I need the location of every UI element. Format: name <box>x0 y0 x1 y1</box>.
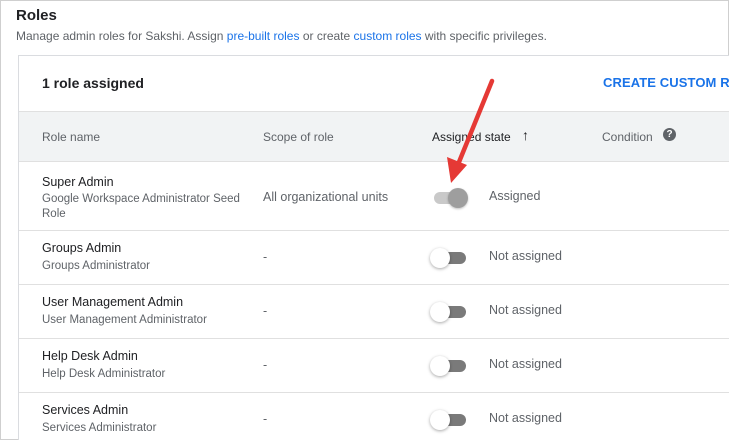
page-title: Roles <box>16 7 57 24</box>
column-scope[interactable]: Scope of role <box>263 130 334 144</box>
table-row[interactable]: Help Desk Admin Help Desk Administrator … <box>19 339 729 393</box>
role-scope: - <box>263 412 268 426</box>
column-condition: Condition <box>602 130 653 144</box>
role-description: Groups Administrator <box>42 260 151 272</box>
column-assigned-state[interactable]: Assigned state <box>432 130 511 144</box>
subtitle-text-1: Manage admin roles for Sakshi. Assign <box>16 29 227 43</box>
role-description: Google Workspace Administrator Seed Role <box>42 193 240 220</box>
assign-toggle[interactable] <box>430 410 468 430</box>
sort-arrow-up-icon[interactable]: ↑ <box>522 127 529 143</box>
roles-assigned-count: 1 role assigned <box>42 75 144 91</box>
role-name[interactable]: Services Admin <box>42 403 128 417</box>
card-header: 1 role assigned CREATE CUSTOM RO <box>19 56 729 112</box>
role-name[interactable]: Groups Admin <box>42 241 121 255</box>
assigned-state-text: Not assigned <box>489 303 562 317</box>
assign-toggle[interactable] <box>430 248 468 268</box>
role-scope: - <box>263 358 268 372</box>
subtitle-text-2: or create <box>299 29 354 43</box>
table-row[interactable]: User Management Admin User Management Ad… <box>19 285 729 339</box>
subtitle-text-3: with specific privileges. <box>421 29 547 43</box>
table-row[interactable]: Super Admin Google Workspace Administrat… <box>19 163 729 231</box>
role-name[interactable]: User Management Admin <box>42 295 183 309</box>
assign-toggle[interactable] <box>430 302 468 322</box>
custom-roles-link[interactable]: custom roles <box>354 29 422 43</box>
role-name[interactable]: Super Admin <box>42 175 114 189</box>
prebuilt-roles-link[interactable]: pre-built roles <box>227 29 300 43</box>
assign-toggle[interactable] <box>430 188 468 208</box>
assigned-state-text: Not assigned <box>489 249 562 263</box>
assigned-state-text: Assigned <box>489 189 541 203</box>
column-role-name[interactable]: Role name <box>42 130 100 144</box>
create-custom-role-button[interactable]: CREATE CUSTOM RO <box>603 75 729 90</box>
assigned-state-text: Not assigned <box>489 357 562 371</box>
table-row[interactable]: Groups Admin Groups Administrator - Not … <box>19 231 729 285</box>
role-name[interactable]: Help Desk Admin <box>42 349 138 363</box>
help-icon[interactable]: ? <box>663 128 676 141</box>
role-scope: - <box>263 250 268 264</box>
role-description: User Management Administrator <box>42 314 207 326</box>
assigned-state-text: Not assigned <box>489 411 562 425</box>
role-scope: All organizational units <box>263 190 389 204</box>
table-row[interactable]: Services Admin Services Administrator - … <box>19 393 729 440</box>
role-scope: - <box>263 304 268 318</box>
role-description: Services Administrator <box>42 422 157 434</box>
assign-toggle[interactable] <box>430 356 468 376</box>
table-header: Role name Scope of role Assigned state ↑… <box>19 112 729 162</box>
role-description: Help Desk Administrator <box>42 368 166 380</box>
roles-card: 1 role assigned CREATE CUSTOM RO Role na… <box>18 55 729 440</box>
page-subtitle: Manage admin roles for Sakshi. Assign pr… <box>16 29 547 43</box>
